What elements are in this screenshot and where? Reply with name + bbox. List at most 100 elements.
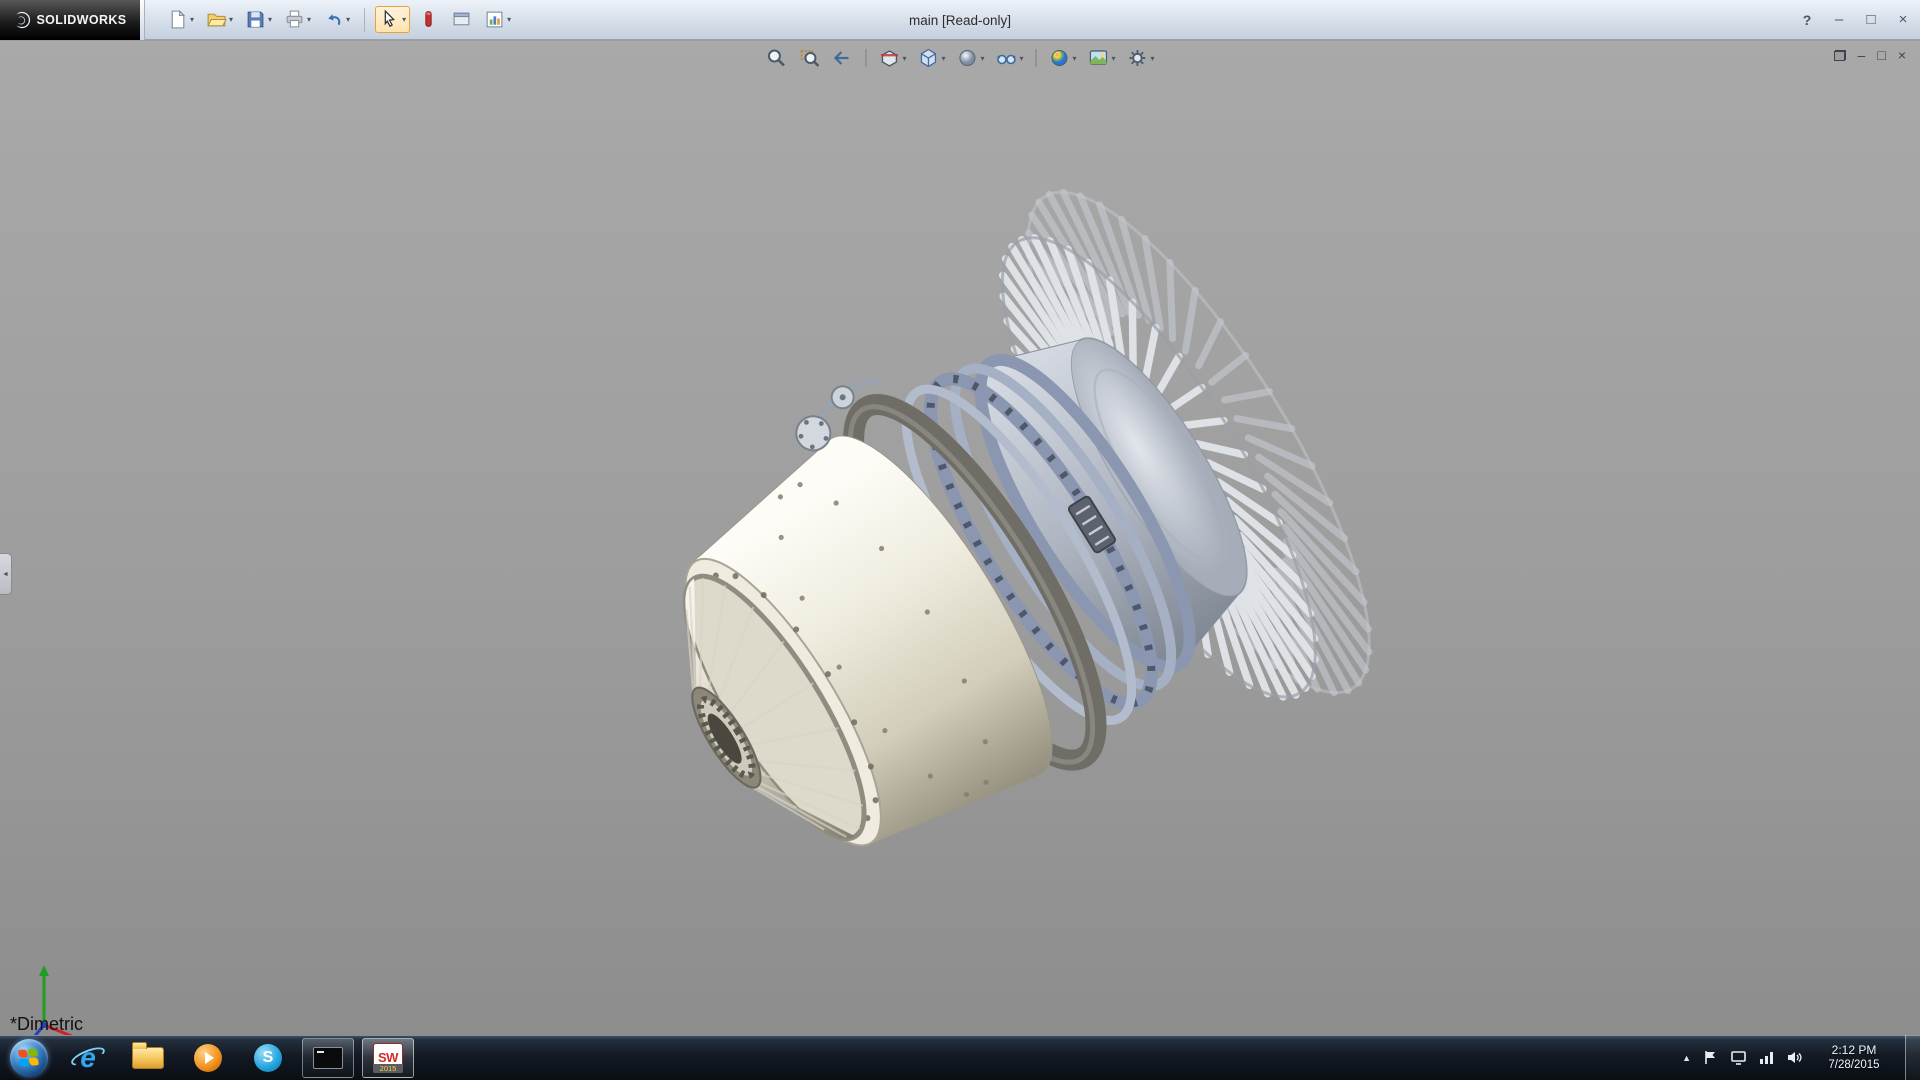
media-player-icon (194, 1043, 222, 1072)
logo-divider (140, 0, 145, 40)
help-button[interactable]: ? (1796, 10, 1818, 30)
folder-icon (132, 1041, 164, 1069)
view-settings-button[interactable]: ▾ (1124, 45, 1158, 71)
undo-button[interactable]: ▾ (319, 6, 354, 33)
doc-minimize-button[interactable]: – (1858, 47, 1866, 63)
taskbar-messenger[interactable]: S (242, 1038, 294, 1078)
solidworks-app-icon: SW 2015 (373, 1042, 403, 1073)
toolbar-separator (1035, 49, 1037, 67)
zoom-to-area-icon (800, 50, 820, 67)
clock-time: 2:12 PM (1831, 1042, 1877, 1057)
tray-expand-icon[interactable]: ▲ (1682, 1053, 1691, 1063)
display-style-icon (959, 49, 976, 67)
screen: SOLIDWORKS ▾ ▾ ▾ ▾ ▾ ▾ ▾ main [Read-only… (0, 0, 1920, 1080)
dropdown-arrow-icon[interactable]: ▾ (980, 54, 984, 63)
toolbar-separator (865, 49, 867, 67)
select-cursor-icon (384, 9, 396, 28)
windows-flag-icon (18, 1047, 40, 1068)
internet-explorer-icon: e (68, 1043, 108, 1073)
apply-scene-button[interactable]: ▾ (1085, 45, 1119, 71)
solidworks-logo[interactable]: SOLIDWORKS (0, 0, 140, 40)
save-button[interactable]: ▾ (241, 6, 276, 33)
previous-view-button[interactable] (828, 45, 856, 71)
engine-assembly (682, 188, 1373, 847)
engine-3d-model[interactable] (515, 136, 1455, 1016)
solidworks-year-badge: 2015 (373, 1063, 403, 1073)
taskbar-windows-explorer[interactable] (122, 1038, 174, 1078)
graphics-viewport[interactable]: ▾ ▾ ▾ ▾ ▾ ▾ ▾ – □ × ◄ *Dimetric (0, 41, 1920, 1035)
maximize-button[interactable]: □ (1860, 10, 1882, 30)
toolbar-separator (364, 7, 366, 32)
view-orientation-button[interactable]: ▾ (914, 45, 948, 71)
close-button[interactable]: × (1892, 10, 1914, 30)
print-icon (286, 10, 303, 28)
dropdown-arrow-icon[interactable]: ▾ (1112, 54, 1116, 63)
dropdown-arrow-icon[interactable]: ▾ (229, 15, 233, 24)
open-button[interactable]: ▾ (202, 6, 237, 33)
view-cube-icon (920, 48, 937, 68)
taskbar-clock[interactable]: 2:12 PM 7/28/2015 (1814, 1043, 1894, 1073)
minimize-button[interactable]: – (1828, 10, 1850, 30)
appearance-sphere-icon (1051, 50, 1068, 66)
taskbar-media-player[interactable] (182, 1038, 234, 1078)
dropdown-arrow-icon[interactable]: ▾ (941, 54, 945, 63)
zoom-to-area-button[interactable] (795, 45, 823, 71)
view-orientation-label: *Dimetric (10, 1014, 84, 1034)
volume-tray-icon[interactable] (1786, 1049, 1803, 1066)
dropdown-arrow-icon[interactable]: ▾ (1019, 54, 1023, 63)
main-toolbar: ▾ ▾ ▾ ▾ ▾ ▾ ▾ (163, 6, 515, 33)
system-tray: ▲ 2:12 PM 7/28/2015 (1682, 1035, 1920, 1080)
zoom-to-fit-button[interactable] (762, 45, 790, 71)
doc-restore-button[interactable] (1833, 49, 1846, 61)
command-prompt-icon (313, 1046, 343, 1069)
display-panel-button[interactable] (447, 6, 476, 33)
dropdown-arrow-icon[interactable]: ▾ (402, 15, 406, 24)
evaluate-button[interactable]: ▾ (480, 6, 515, 33)
taskbar-command-prompt[interactable] (302, 1037, 354, 1078)
dropdown-arrow-icon[interactable]: ▾ (1073, 54, 1077, 63)
panel-icon (453, 12, 470, 26)
select-tool-button[interactable]: ▾ (375, 6, 411, 33)
dropdown-arrow-icon[interactable]: ▾ (268, 15, 272, 24)
window-controls: ? – □ × (1796, 0, 1914, 40)
previous-view-icon (833, 51, 849, 65)
dropdown-arrow-icon[interactable]: ▾ (1151, 54, 1155, 63)
taskbar-internet-explorer[interactable]: e (62, 1038, 114, 1078)
section-view-icon (880, 50, 898, 67)
doc-close-button[interactable]: × (1898, 47, 1906, 63)
hide-show-items-button[interactable]: ▾ (992, 45, 1026, 71)
section-view-button[interactable]: ▾ (875, 45, 909, 71)
clock-date: 7/28/2015 (1828, 1058, 1880, 1071)
ds-swirl-icon (17, 11, 31, 28)
reference-feature-button[interactable] (414, 6, 443, 33)
taskbar: e S SW 2015 ▲ 2:12 PM 7/28/2015 (0, 1035, 1920, 1080)
heads-up-view-toolbar: ▾ ▾ ▾ ▾ ▾ ▾ ▾ (762, 45, 1157, 71)
undo-arrow-icon (328, 14, 341, 26)
save-floppy-icon (247, 11, 264, 28)
display-tray-icon[interactable] (1730, 1049, 1747, 1066)
document-window-controls: – □ × (1833, 47, 1906, 63)
start-button[interactable] (10, 1038, 48, 1077)
doc-maximize-button[interactable]: □ (1877, 47, 1885, 63)
messenger-icon: S (254, 1043, 282, 1072)
feature-panel-collapse-handle[interactable]: ◄ (0, 553, 12, 595)
display-style-button[interactable]: ▾ (953, 45, 987, 71)
zoom-to-fit-icon (767, 49, 785, 67)
logo-text: SOLIDWORKS (36, 12, 127, 27)
view-settings-gear-icon (1129, 50, 1146, 66)
dropdown-arrow-icon[interactable]: ▾ (346, 15, 350, 24)
action-center-flag-icon[interactable] (1702, 1049, 1719, 1066)
show-desktop-button[interactable] (1905, 1035, 1920, 1080)
title-bar: SOLIDWORKS ▾ ▾ ▾ ▾ ▾ ▾ ▾ main [Read-only… (0, 0, 1920, 40)
network-tray-icon[interactable] (1758, 1049, 1775, 1066)
edit-appearance-button[interactable]: ▾ (1046, 45, 1080, 71)
dropdown-arrow-icon[interactable]: ▾ (190, 15, 194, 24)
new-document-icon (171, 9, 186, 29)
dropdown-arrow-icon[interactable]: ▾ (507, 15, 511, 24)
print-button[interactable]: ▾ (280, 6, 315, 33)
new-document-button[interactable]: ▾ (163, 6, 198, 33)
dropdown-arrow-icon[interactable]: ▾ (307, 15, 311, 24)
taskbar-solidworks[interactable]: SW 2015 (362, 1037, 414, 1078)
scene-icon (1089, 50, 1108, 65)
dropdown-arrow-icon[interactable]: ▾ (902, 54, 906, 63)
